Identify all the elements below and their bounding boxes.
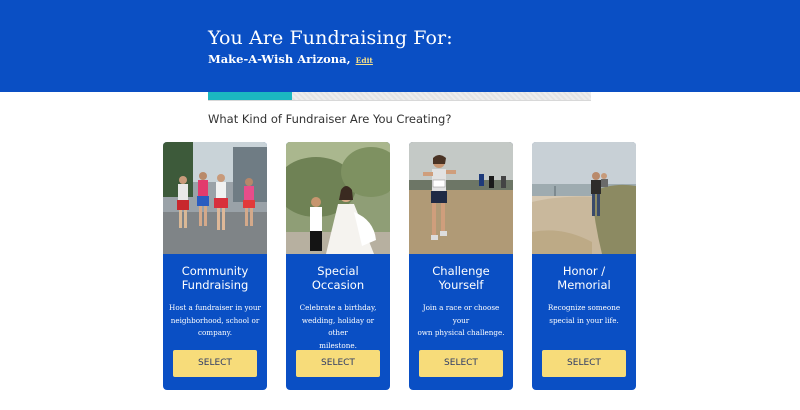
organization-name: Make-A-Wish Arizona, [208,52,351,66]
select-honor-memorial-button[interactable]: SELECT [542,350,626,377]
card-description: Recognize someone special in your life. [547,303,621,325]
beach-walk-photo [532,142,636,254]
card-challenge-yourself[interactable]: Challenge Yourself Join a race or choose… [409,142,513,390]
page-title: You Are Fundraising For: [208,27,453,49]
edit-organization-link[interactable]: Edit [356,56,373,65]
card-title: Special Occasion [311,264,365,292]
header-banner: You Are Fundraising For: Make-A-Wish Ari… [0,0,800,92]
card-title: Community Fundraising [181,264,249,292]
card-community-fundraising[interactable]: Community Fundraising Host a fundraiser … [163,142,267,390]
card-honor-memorial[interactable]: Honor / Memorial Recognize someone speci… [532,142,636,390]
card-description: Host a fundraiser in your neighborhood, … [169,303,261,337]
wedding-couple-photo [286,142,390,254]
progress-bar [208,92,591,101]
card-description: Celebrate a birthday, wedding, holiday o… [299,303,377,350]
select-community-button[interactable]: SELECT [173,350,257,377]
select-special-occasion-button[interactable]: SELECT [296,350,380,377]
progress-fill [208,92,293,100]
question-heading: What Kind of Fundraiser Are You Creating… [208,112,452,126]
woman-running-race-photo [409,142,513,254]
card-title: Challenge Yourself [432,264,490,292]
card-title: Honor / Memorial [557,264,611,292]
organization-line: Make-A-Wish Arizona, Edit [208,52,373,66]
card-special-occasion[interactable]: Special Occasion Celebrate a birthday, w… [286,142,390,390]
select-challenge-button[interactable]: SELECT [419,350,503,377]
card-description: Join a race or choose your own physical … [417,303,505,337]
runners-in-costume-photo [163,142,267,254]
